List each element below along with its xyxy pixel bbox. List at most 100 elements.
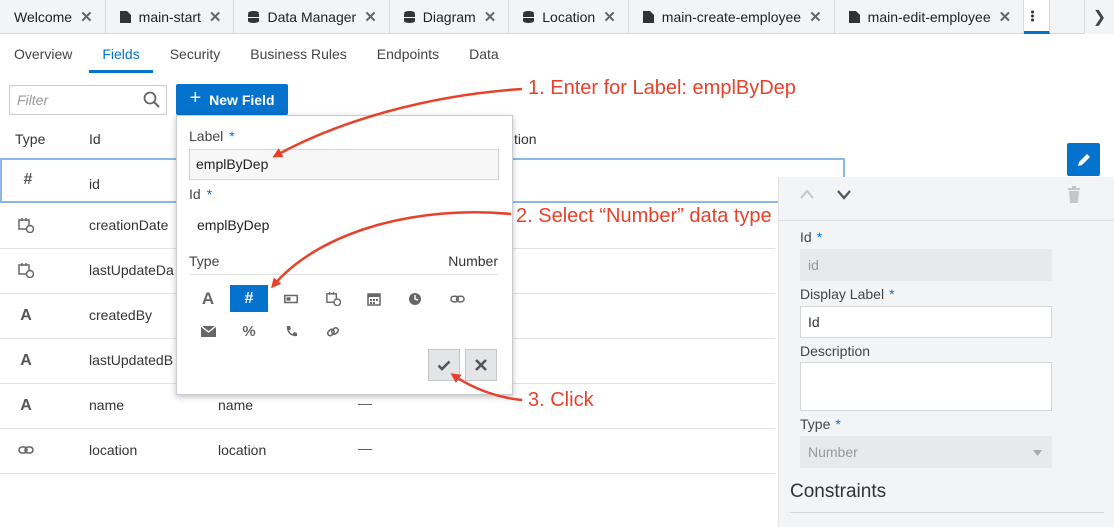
edit-button[interactable] bbox=[1067, 143, 1100, 176]
panel-navigation bbox=[779, 177, 1114, 221]
number-type-button[interactable]: # bbox=[230, 285, 268, 312]
id-input[interactable]: emplByDep bbox=[197, 217, 269, 233]
id-title: Id * bbox=[189, 186, 213, 202]
label-title: Label * bbox=[189, 128, 235, 144]
url-link-icon bbox=[326, 326, 340, 337]
phone-icon bbox=[286, 326, 297, 337]
annotation-step-1: 1. Enter for Label: emplByDep bbox=[528, 77, 796, 99]
tab-data[interactable]: Data bbox=[469, 34, 499, 74]
column-header-description[interactable]: tion bbox=[514, 131, 537, 147]
tab-label: Welcome bbox=[14, 9, 73, 25]
text-type-icon: A bbox=[20, 397, 32, 414]
tab-current[interactable] bbox=[1024, 0, 1051, 34]
type-select: Number bbox=[800, 436, 1052, 468]
datetime-type-button[interactable] bbox=[314, 285, 352, 312]
tab-security[interactable]: Security bbox=[170, 34, 221, 74]
close-icon[interactable]: ✕ bbox=[603, 8, 616, 26]
boolean-type-button[interactable] bbox=[272, 285, 310, 312]
description-label: Description bbox=[800, 343, 871, 359]
table-row[interactable]: location location — bbox=[0, 429, 775, 474]
plus-icon: + bbox=[189, 87, 202, 109]
tab-main-create-employee[interactable]: main-create-employee ✕ bbox=[629, 0, 835, 34]
row-id: id bbox=[89, 176, 100, 192]
email-type-button[interactable] bbox=[189, 318, 227, 345]
new-field-button[interactable]: + New Field bbox=[176, 84, 288, 115]
sub-navigation: Overview Fields Security Business Rules … bbox=[0, 34, 1114, 74]
divider bbox=[189, 274, 499, 275]
database-icon bbox=[403, 11, 415, 23]
tab-label: main-edit-employee bbox=[867, 9, 991, 25]
tab-business-rules[interactable]: Business Rules bbox=[250, 34, 347, 74]
row-id: location bbox=[89, 442, 138, 458]
tab-fields[interactable]: Fields bbox=[89, 34, 154, 74]
row-description: — bbox=[358, 440, 372, 456]
new-field-label: New Field bbox=[209, 91, 275, 108]
tab-welcome[interactable]: Welcome ✕ bbox=[0, 0, 106, 34]
close-icon[interactable]: ✕ bbox=[209, 8, 222, 26]
tab-diagram[interactable]: Diagram ✕ bbox=[390, 0, 510, 34]
database-icon bbox=[523, 11, 535, 23]
close-icon[interactable]: ✕ bbox=[364, 8, 377, 26]
link-type-icon bbox=[18, 446, 34, 454]
row-description: — bbox=[358, 395, 372, 411]
row-id: createdBy bbox=[89, 307, 153, 323]
tab-label: main-start bbox=[138, 9, 201, 25]
label-input[interactable]: emplByDep bbox=[189, 149, 499, 180]
datetime-type-icon bbox=[18, 218, 34, 233]
chevron-down-icon[interactable] bbox=[836, 188, 852, 200]
display-label-field[interactable]: Id bbox=[800, 306, 1052, 338]
row-label: name bbox=[218, 397, 254, 413]
field-properties-panel: Id * id Display Label * Id Description Typ… bbox=[778, 177, 1114, 527]
column-header-id[interactable]: Id bbox=[89, 131, 101, 147]
calendar-icon bbox=[367, 292, 381, 306]
pencil-icon bbox=[1077, 153, 1090, 166]
datetime-icon bbox=[325, 291, 341, 306]
text-type-icon: A bbox=[20, 352, 32, 369]
tab-label: Location bbox=[542, 9, 596, 25]
tab-main-edit-employee[interactable]: main-edit-employee ✕ bbox=[835, 0, 1025, 34]
time-type-button[interactable] bbox=[396, 285, 434, 312]
page-icon bbox=[848, 11, 860, 23]
row-label: location bbox=[218, 442, 267, 458]
tab-label: Data Manager bbox=[267, 9, 357, 25]
filter-input[interactable]: Filter bbox=[9, 85, 167, 115]
confirm-button[interactable] bbox=[428, 349, 460, 381]
tab-endpoints[interactable]: Endpoints bbox=[377, 34, 439, 74]
tab-overview[interactable]: Overview bbox=[14, 34, 72, 74]
chevron-right-icon[interactable]: ❯ bbox=[1084, 0, 1114, 34]
text-type-button[interactable]: A bbox=[189, 285, 227, 312]
constraints-heading: Constraints bbox=[790, 481, 887, 502]
type-value: Number bbox=[808, 444, 858, 460]
trash-icon[interactable] bbox=[1067, 186, 1081, 203]
id-field: id bbox=[800, 249, 1052, 281]
page-icon bbox=[119, 11, 131, 23]
tab-main-start[interactable]: main-start ✕ bbox=[106, 0, 235, 34]
close-icon[interactable]: ✕ bbox=[999, 8, 1012, 26]
percentage-type-button[interactable]: % bbox=[230, 318, 268, 345]
type-title: Type bbox=[189, 253, 220, 269]
tab-location[interactable]: Location ✕ bbox=[509, 0, 629, 34]
chevron-up-icon[interactable] bbox=[799, 188, 815, 200]
close-icon[interactable]: ✕ bbox=[484, 8, 497, 26]
divider bbox=[790, 512, 1104, 513]
url-type-button[interactable] bbox=[314, 318, 352, 345]
close-icon[interactable]: ✕ bbox=[80, 8, 93, 26]
filter-placeholder: Filter bbox=[17, 92, 49, 108]
checkmark-icon bbox=[437, 360, 451, 371]
close-icon[interactable]: ✕ bbox=[809, 8, 822, 26]
cancel-button[interactable] bbox=[465, 349, 497, 381]
phone-type-button[interactable] bbox=[272, 318, 310, 345]
column-header-type[interactable]: Type bbox=[15, 131, 45, 147]
envelope-icon bbox=[200, 326, 216, 337]
link-icon bbox=[449, 294, 465, 303]
row-id: lastUpdatedB bbox=[89, 352, 174, 368]
row-id: name bbox=[89, 397, 125, 413]
date-type-button[interactable] bbox=[355, 285, 393, 312]
tab-label: Diagram bbox=[422, 9, 476, 25]
reference-type-button[interactable] bbox=[438, 285, 476, 312]
number-type-icon: # bbox=[23, 171, 33, 188]
tab-data-manager[interactable]: Data Manager ✕ bbox=[234, 0, 390, 34]
page-icon bbox=[642, 11, 654, 23]
description-field[interactable] bbox=[800, 362, 1052, 411]
search-icon[interactable] bbox=[143, 91, 161, 109]
